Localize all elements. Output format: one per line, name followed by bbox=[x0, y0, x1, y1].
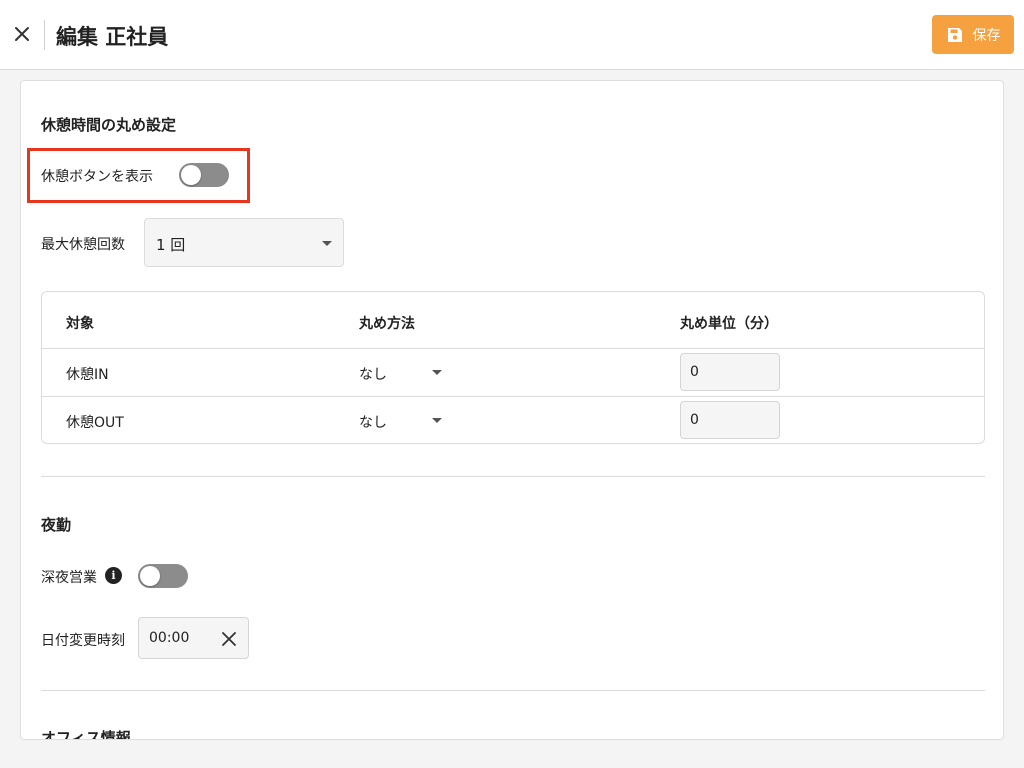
rounding-table: 対象 丸め方法 丸め単位（分） 休憩IN なし 0 休憩OUT なし 0 bbox=[41, 291, 985, 444]
office-info-section-title: オフィス情報 bbox=[41, 729, 131, 740]
column-header-unit: 丸め単位（分） bbox=[680, 316, 778, 332]
chevron-down-icon bbox=[432, 370, 442, 375]
late-night-label: 深夜営業 bbox=[41, 570, 97, 586]
date-change-time-label: 日付変更時刻 bbox=[41, 633, 125, 649]
save-button-label: 保存 bbox=[972, 27, 1001, 44]
save-button[interactable]: 保存 bbox=[932, 15, 1014, 54]
break-rounding-section-title: 休憩時間の丸め設定 bbox=[41, 116, 177, 134]
toggle-knob bbox=[140, 566, 160, 586]
info-icon[interactable]: i bbox=[105, 567, 122, 584]
row-break-out-method-select[interactable]: なし bbox=[359, 408, 449, 434]
column-header-target: 対象 bbox=[66, 316, 94, 332]
page-title: 編集 正社員 bbox=[56, 25, 169, 49]
row-divider bbox=[42, 396, 984, 397]
chevron-down-icon bbox=[322, 241, 332, 246]
floppy-disk-icon bbox=[947, 27, 962, 42]
row-break-out-unit-value: 0 bbox=[690, 412, 699, 428]
date-change-time-value: 00:00 bbox=[149, 630, 190, 646]
row-break-in-unit-input[interactable]: 0 bbox=[680, 353, 780, 391]
row-divider bbox=[42, 348, 984, 349]
row-break-in-target: 休憩IN bbox=[66, 367, 109, 383]
show-break-button-toggle[interactable] bbox=[179, 163, 229, 187]
row-break-out-unit-input[interactable]: 0 bbox=[680, 401, 780, 439]
section-divider bbox=[41, 690, 985, 691]
toggle-knob bbox=[181, 165, 201, 185]
late-night-toggle[interactable] bbox=[138, 564, 188, 588]
header-divider bbox=[44, 20, 45, 50]
date-change-time-input[interactable]: 00:00 bbox=[138, 617, 249, 659]
show-break-button-label: 休憩ボタンを表示 bbox=[41, 169, 153, 185]
night-shift-section-title: 夜勤 bbox=[41, 516, 72, 534]
chevron-down-icon bbox=[432, 418, 442, 423]
row-break-in-method-select[interactable]: なし bbox=[359, 360, 449, 386]
row-break-in-method-value: なし bbox=[359, 367, 387, 383]
row-break-out-method-value: なし bbox=[359, 415, 387, 431]
settings-card: 休憩時間の丸め設定 休憩ボタンを表示 最大休憩回数 1 回 対象 丸め方法 丸め… bbox=[20, 80, 1004, 740]
close-icon[interactable] bbox=[221, 631, 237, 647]
max-breaks-label: 最大休憩回数 bbox=[41, 237, 125, 253]
header-bar: 編集 正社員 保存 bbox=[0, 0, 1024, 70]
row-break-out-target: 休憩OUT bbox=[66, 415, 124, 431]
section-divider bbox=[41, 476, 985, 477]
close-icon[interactable] bbox=[12, 24, 32, 44]
max-breaks-value: 1 回 bbox=[156, 236, 186, 254]
max-breaks-select[interactable]: 1 回 bbox=[144, 218, 344, 267]
column-header-method: 丸め方法 bbox=[359, 316, 415, 332]
row-break-in-unit-value: 0 bbox=[690, 364, 699, 380]
